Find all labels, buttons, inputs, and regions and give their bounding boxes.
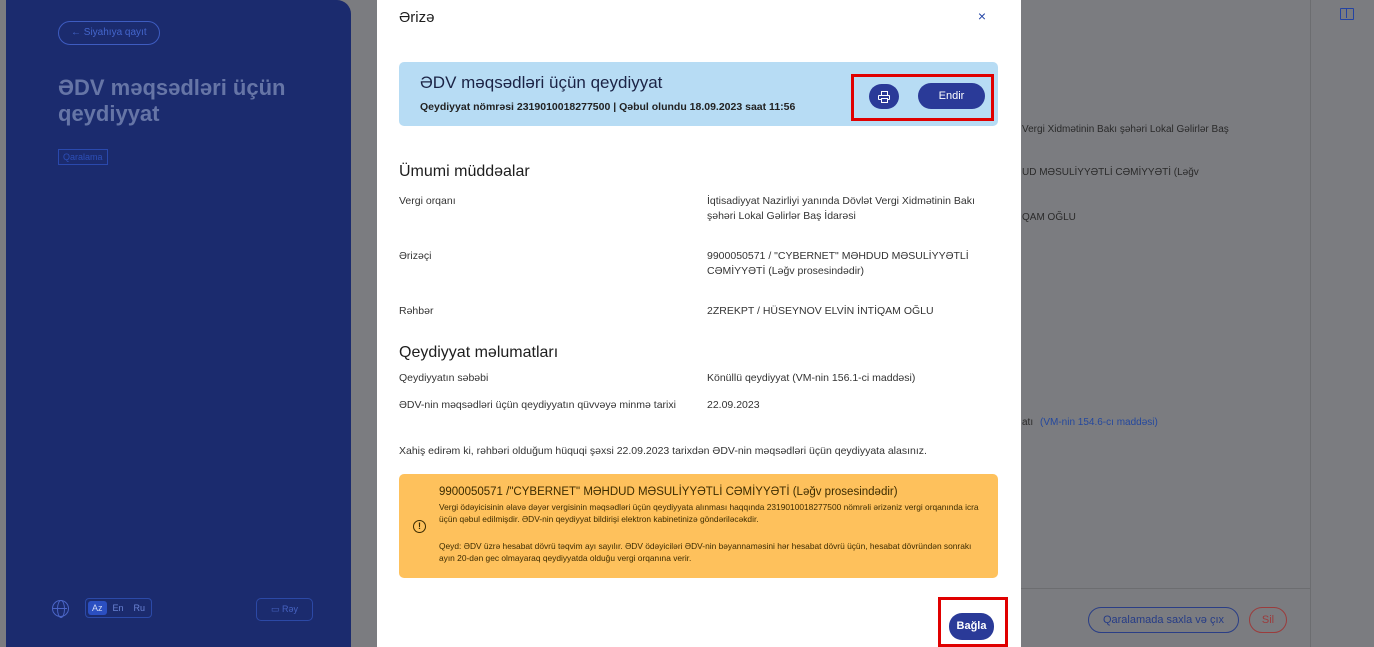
page-title: ƏDV məqsədləri üçün qeydiyyat — [58, 75, 286, 126]
bg-article-link[interactable]: (VM-nin 154.6-cı maddəsi) — [1040, 417, 1158, 428]
registration-reason-value: Könüllü qeydiyyat (VM-nin 156.1-ci maddə… — [707, 372, 916, 384]
info-icon: ! — [413, 520, 426, 533]
feedback-button[interactable]: ▭ Rəy — [256, 598, 313, 621]
left-panel: ← Siyahıya qayıt ƏDV məqsədləri üçün qey… — [6, 0, 351, 647]
info-note: Qeyd: ƏDV üzrə hesabat dövrü təqvim ayı … — [439, 541, 972, 563]
request-statement: Xahiş edirəm ki, rəhbəri olduğum hüquqi … — [399, 445, 927, 457]
head-label: Rəhbər — [399, 305, 434, 317]
draft-badge: Qaralama — [58, 149, 108, 165]
lang-ru[interactable]: Ru — [130, 601, 150, 615]
tax-authority-label: Vergi orqanı — [399, 195, 456, 207]
language-group: Az En Ru — [85, 598, 153, 618]
info-title: 9900050571 /"CYBERNET" MƏHDUD MƏSULİYYƏT… — [439, 486, 898, 498]
general-section-title: Ümumi müddəalar — [399, 163, 530, 180]
registration-title: ƏDV məqsədləri üçün qeydiyyat — [420, 73, 663, 92]
applicant-label: Ərizəçi — [399, 250, 432, 262]
bg-tax-office-text: Vergi Xidmətinin Bakı şəhəri Lokal Gəlir… — [1022, 124, 1229, 135]
application-modal: Ərizə × ƏDV məqsədləri üçün qeydiyyat Qe… — [377, 0, 1021, 647]
close-icon[interactable]: × — [974, 6, 990, 26]
lang-az[interactable]: Az — [88, 601, 107, 615]
highlight-box — [851, 74, 994, 121]
effective-date-value: 22.09.2023 — [707, 399, 760, 411]
back-to-list-button[interactable]: ← Siyahıya qayıt — [58, 21, 160, 45]
divider — [1018, 588, 1310, 589]
tax-authority-value: İqtisadiyyat Nazirliyi yanında Dövlət Ve… — [707, 195, 975, 222]
book-icon[interactable] — [1340, 8, 1354, 20]
bg-article-prefix: atı — [1022, 417, 1034, 428]
comment-icon: ▭ — [270, 604, 282, 614]
language-switcher: Az En Ru — [52, 598, 153, 618]
registration-number-and-date: Qeydiyyat nömrəsi 2319010018277500 | Qəb… — [420, 101, 796, 113]
lang-en[interactable]: En — [109, 601, 128, 615]
modal-title: Ərizə — [399, 9, 435, 26]
globe-icon — [52, 599, 69, 618]
registration-reason-label: Qeydiyyatın səbəbi — [399, 372, 489, 384]
bg-head-text: QAM OĞLU — [1022, 212, 1076, 223]
save-draft-and-exit-button[interactable]: Qaralamada saxla və çıx — [1088, 607, 1239, 633]
info-message: Vergi ödəyicisinin əlavə dəyər vergisini… — [439, 502, 979, 524]
effective-date-label: ƏDV-nin məqsədləri üçün qeydiyyatın qüvv… — [399, 399, 676, 411]
close-button[interactable]: Bağla — [949, 613, 994, 640]
divider — [1310, 0, 1311, 647]
delete-button[interactable]: Sil — [1249, 607, 1287, 633]
feedback-label: Rəy — [282, 604, 299, 614]
info-alert: ! 9900050571 /"CYBERNET" MƏHDUD MƏSULİYY… — [399, 474, 998, 578]
head-value: 2ZREKPT / HÜSEYNOV ELVİN İNTİQAM OĞLU — [707, 305, 934, 317]
bg-company-text: UD MƏSULİYYƏTLİ CƏMİYYƏTİ (Ləğv — [1022, 167, 1199, 178]
registration-section-title: Qeydiyyat məlumatları — [399, 344, 559, 361]
applicant-value: 9900050571 / "CYBERNET" MƏHDUD MƏSULİYYƏ… — [707, 250, 969, 277]
